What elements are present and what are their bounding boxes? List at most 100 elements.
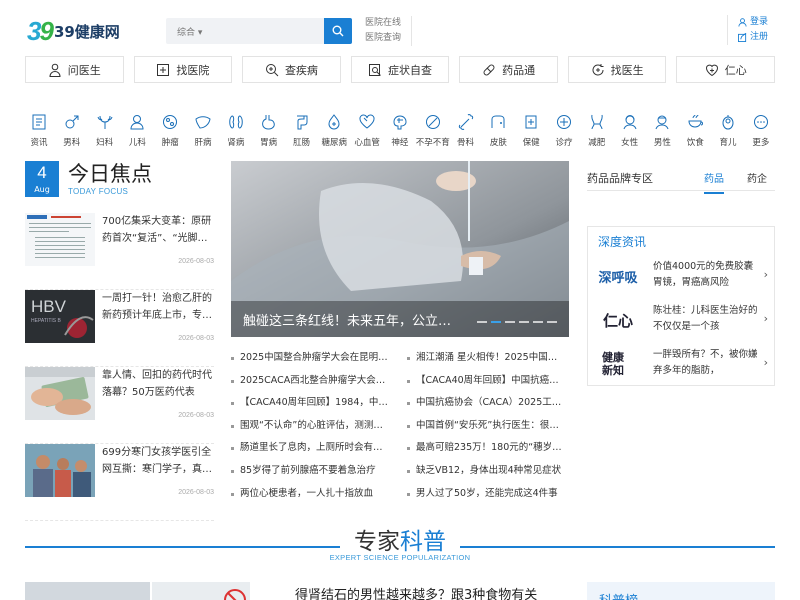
category-women[interactable]: 女性 [616, 113, 644, 148]
category-label: 胃病 [260, 138, 278, 148]
headline-link[interactable]: 【CACA40周年回顾】1984，中… [231, 392, 393, 415]
carousel-dot[interactable] [519, 321, 529, 323]
headline-link[interactable]: 男人过了50岁，还能完成这4件事 [407, 483, 569, 506]
category-diet[interactable]: 饮食 [681, 113, 709, 148]
category-gynecology[interactable]: 妇科 [91, 113, 119, 148]
carousel-dot-active[interactable] [491, 321, 501, 323]
site-logo[interactable]: 39 39健康网 [27, 16, 120, 46]
category-orthopedics[interactable]: 骨科 [452, 113, 480, 148]
carousel-dot[interactable] [547, 321, 557, 323]
category-label: 糖尿病 [321, 138, 348, 148]
category-parenting[interactable]: 育儿 [714, 113, 742, 148]
pill-icon [483, 64, 495, 75]
news-thumbnail[interactable]: HBV HEPATITIS B [25, 290, 95, 343]
news-title[interactable]: 一周打一针！治愈乙肝的新药预计年底上市，专… [102, 290, 214, 324]
nav-drug-info[interactable]: 药品通 [459, 56, 558, 83]
category-neuro[interactable]: 神经 [386, 113, 414, 148]
headline-link[interactable]: 【CACA40周年回顾】中国抗癌… [407, 370, 569, 393]
quick-link-hospital-query[interactable]: 医院查询 [365, 31, 401, 46]
register-link[interactable]: 注册 [738, 30, 768, 45]
deep-news-text[interactable]: 陈壮桂：儿科医生治好的不仅仅是一个孩 [653, 303, 758, 335]
deep-news-item[interactable]: 健康新知 一胖毁所有？不，被你嫌弃多年的脂肪， › [596, 342, 768, 387]
tab-drugs[interactable]: 药品 [704, 170, 724, 194]
nav-find-hospital[interactable]: 找医院 [133, 56, 233, 83]
news-thumbnail[interactable] [25, 213, 95, 266]
symptom-check-icon [369, 63, 381, 76]
quick-link-hospital-online[interactable]: 医院在线 [365, 16, 401, 31]
brand-zone-title: 药品品牌专区 [587, 172, 653, 185]
carousel-dot[interactable] [505, 321, 515, 323]
category-cardio[interactable]: 心血管 [353, 113, 381, 148]
category-health[interactable]: 保健 [517, 113, 545, 148]
headline-link[interactable]: 中国抗癌协会（CACA）2025工… [407, 392, 569, 415]
search-button[interactable] [324, 18, 352, 44]
carousel-dot[interactable] [477, 321, 487, 323]
news-title[interactable]: 699分寒门女孩学医引全网互撕：寒门学子，真… [102, 444, 214, 478]
headline-link[interactable]: 湘江潮涌 星火相传！2025中国… [407, 347, 569, 370]
carousel-indicators [477, 321, 557, 323]
category-men[interactable]: 男性 [648, 113, 676, 148]
carousel-dot[interactable] [533, 321, 543, 323]
hero-carousel[interactable]: 触碰这三条红线！未来五年，公立… [231, 161, 569, 337]
deep-news-item[interactable]: 仁心 陈壮桂：儿科医生治好的不仅仅是一个孩 › [596, 298, 768, 343]
news-date: 2026-08-03 [178, 258, 214, 265]
search-box[interactable]: 综合 ▾ [166, 18, 352, 44]
headline-link[interactable]: 两位心梗患者，一人扎十指放血 [231, 483, 393, 506]
category-kidney[interactable]: 肾病 [222, 113, 250, 148]
category-liver[interactable]: 肝病 [189, 113, 217, 148]
category-anorectal[interactable]: 肛肠 [288, 113, 316, 148]
news-title[interactable]: 700亿集采大变革：原研药首次“复活”、“光脚… [102, 213, 214, 247]
category-label: 妇科 [96, 138, 114, 148]
news-icon [32, 114, 46, 130]
category-label: 心血管 [354, 138, 380, 148]
headline-link[interactable]: 缺乏VB12，身体出现4种常见症状 [407, 460, 569, 483]
headline-link[interactable]: 2025中国整合肿瘤学大会在昆明… [231, 347, 393, 370]
hero-caption[interactable]: 触碰这三条红线！未来五年，公立… [243, 310, 451, 329]
weight-loss-icon [591, 114, 603, 130]
search-category-select[interactable]: 综合 ▾ [177, 25, 202, 38]
category-diagnosis[interactable]: 诊疗 [550, 113, 578, 148]
news-thumbnail[interactable] [25, 367, 95, 420]
news-item[interactable]: HBV HEPATITIS B 一周打一针！治愈乙肝的新药预计年底上市，专… 20… [25, 290, 214, 367]
news-title[interactable]: 靠人情、回扣的药代时代落幕？50万医药代表正… [102, 367, 214, 401]
tab-pharma[interactable]: 药企 [747, 170, 767, 185]
category-news[interactable]: 资讯 [25, 113, 53, 148]
expert-article-image[interactable] [25, 582, 150, 600]
deep-news-text[interactable]: 一胖毁所有？不，被你嫌弃多年的脂肪， [653, 347, 758, 379]
category-more[interactable]: 更多 [747, 113, 775, 148]
headline-link[interactable]: 最高可赔235万！180元的“穗岁… [407, 437, 569, 460]
category-label: 神经 [391, 138, 409, 148]
category-pediatrics[interactable]: 儿科 [123, 113, 151, 148]
expert-article-image[interactable] [152, 582, 250, 600]
expert-article-title[interactable]: 得肾结石的男性越来越多？跟3种食物有关 [295, 584, 537, 600]
headline-link[interactable]: 围观“不认命”的心脏评估，测测… [231, 415, 393, 438]
headline-link[interactable]: 肠道里长了息肉，上厕所时会有… [231, 437, 393, 460]
headline-link[interactable]: 中国首例“安乐死”执行医生：很… [407, 415, 569, 438]
category-skin[interactable]: 皮肤 [484, 113, 512, 148]
news-item[interactable]: 700亿集采大变革：原研药首次“复活”、“光脚… 2026-08-03 [25, 213, 214, 290]
nav-renxin[interactable]: 仁心 [676, 56, 776, 83]
deep-news-text[interactable]: 价值4000元的免费胶囊胃镜，胃癌高风险 [653, 259, 758, 291]
category-label: 更多 [752, 138, 770, 148]
nav-ask-doctor[interactable]: 问医生 [25, 56, 124, 83]
nav-check-disease[interactable]: 查疾病 [242, 56, 341, 83]
category-stomach[interactable]: 胃病 [255, 113, 283, 148]
date-day: 4 [37, 163, 47, 182]
nav-symptom-check[interactable]: 症状自查 [350, 56, 450, 83]
headline-link[interactable]: 2025CACA西北整合肿瘤学大会… [231, 370, 393, 393]
category-infertility[interactable]: 不孕不育 [416, 113, 450, 148]
nav-find-doctor[interactable]: 找医生 [567, 56, 667, 83]
login-link[interactable]: 登录 [738, 15, 768, 30]
pediatrics-icon [130, 115, 144, 130]
category-weight-loss[interactable]: 减肥 [583, 113, 611, 148]
news-thumbnail[interactable] [25, 444, 95, 497]
category-oncology[interactable]: 肿瘤 [156, 113, 184, 148]
deep-news-item[interactable]: 深呼吸 价值4000元的免费胶囊胃镜，胃癌高风险 › [596, 254, 768, 299]
category-andrology[interactable]: 男科 [58, 113, 86, 148]
deep-news-logo: 仁心 [602, 311, 633, 330]
headline-link[interactable]: 85岁得了前列腺癌不要着急治疗 [231, 460, 393, 483]
news-item[interactable]: 699分寒门女孩学医引全网互撕：寒门学子，真… 2026-08-03 [25, 444, 214, 521]
news-item[interactable]: 靠人情、回扣的药代时代落幕？50万医药代表正… 2026-08-03 [25, 367, 214, 444]
category-diabetes[interactable]: 糖尿病 [320, 113, 348, 148]
news-date: 2026-08-03 [178, 335, 214, 342]
